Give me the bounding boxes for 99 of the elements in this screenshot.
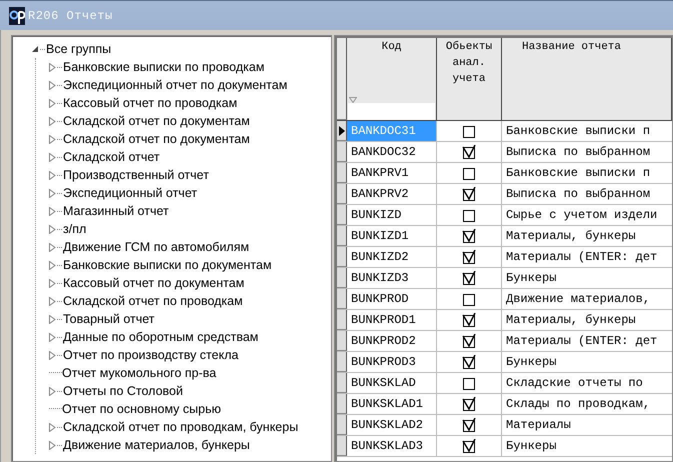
table-cell: BUNKPROD <box>347 289 437 309</box>
expand-triangle-icon[interactable] <box>49 332 56 342</box>
tree-item[interactable]: Экспедиционный отчет <box>63 186 198 200</box>
checkbox[interactable] <box>462 355 476 369</box>
tree-item[interactable]: Банковские выписки по проводкам <box>63 60 264 74</box>
table-cell-text: Движение материалов, <box>505 291 652 308</box>
expand-triangle-icon[interactable] <box>49 386 56 396</box>
table-cell-text: Бункеры <box>505 438 558 455</box>
tree-item[interactable]: Движение ГСМ по автомобилям <box>63 240 250 254</box>
column-header[interactable]: Обьекты анал. учета <box>437 38 502 120</box>
table-cell-text: Выписка по выбранном <box>505 144 652 161</box>
expand-triangle-icon[interactable] <box>49 350 56 360</box>
expand-triangle-icon[interactable] <box>49 116 56 126</box>
tree-item[interactable]: Магазинный отчет <box>63 204 169 218</box>
tree-item[interactable]: Банковские выписки по документам <box>63 258 272 272</box>
expand-triangle-icon[interactable] <box>49 278 56 288</box>
tree-item[interactable]: Данные по оборотным средствам <box>63 330 258 344</box>
tree-item[interactable]: Товарный отчет <box>63 312 155 326</box>
tree-item[interactable]: Складской отчет по проводкам, бункеры <box>63 420 298 434</box>
expand-triangle-icon[interactable] <box>49 422 56 432</box>
expand-triangle-icon[interactable] <box>49 188 56 198</box>
checkbox[interactable] <box>462 376 476 390</box>
checkbox[interactable] <box>462 313 476 327</box>
expand-triangle-icon[interactable] <box>49 98 56 108</box>
expand-triangle-icon[interactable] <box>49 80 56 90</box>
collapse-triangle-icon[interactable] <box>32 46 39 52</box>
checkbox[interactable] <box>462 271 476 285</box>
table-cell-text: Материалы, бункеры <box>505 312 637 329</box>
table-cell-text: Выписка по выбранном <box>505 186 652 203</box>
checkbox[interactable] <box>462 124 476 138</box>
expand-triangle-icon[interactable] <box>49 134 56 144</box>
expand-triangle-icon[interactable] <box>49 242 56 252</box>
tree-item[interactable]: Отчет по производству стекла <box>63 348 238 362</box>
tree-item[interactable]: Складской отчет по проводкам <box>63 294 243 308</box>
tree-item[interactable]: з/пл <box>63 222 86 236</box>
checkbox[interactable] <box>462 250 476 264</box>
tree-item[interactable]: Производственный отчет <box>63 168 209 182</box>
expand-triangle-icon[interactable] <box>49 206 56 216</box>
table-cell: BUNKSKLAD1 <box>347 394 437 414</box>
expand-triangle-icon[interactable] <box>49 314 56 324</box>
table-cell: BUNKIZD <box>347 205 437 225</box>
tree-item[interactable]: Экспедиционный отчет по документам <box>63 78 288 92</box>
expand-triangle-icon[interactable] <box>49 152 56 162</box>
tree-item[interactable]: Отчет мукомольного пр-ва <box>62 366 216 380</box>
checkbox[interactable] <box>462 397 476 411</box>
tree-item[interactable]: Движение материалов, бункеры <box>63 438 250 452</box>
table-cell: BUNKSKLAD3 <box>347 436 437 456</box>
table-cell-text: Бункеры <box>505 354 558 371</box>
expand-triangle-icon[interactable] <box>49 296 56 306</box>
table-cell: BUNKPROD1 <box>347 310 437 330</box>
filter-field[interactable] <box>348 103 435 120</box>
table-cell-text: Банковские выписки п <box>505 165 652 182</box>
tree-item[interactable]: Складской отчет <box>63 150 160 164</box>
tree-item[interactable]: Складской отчет по документам <box>63 114 250 128</box>
checkbox[interactable] <box>462 229 476 243</box>
table-cell-text: Материалы (ENTER: дет <box>505 333 658 350</box>
checkbox[interactable] <box>462 334 476 348</box>
table-cell-text: Материалы (ENTER: дет <box>505 249 658 266</box>
column-header[interactable]: Код <box>347 38 437 120</box>
window-title: R206 Отчеты <box>28 8 113 22</box>
table-cell: BANKDOC32 <box>347 142 437 162</box>
table-cell: BANKPRV2 <box>347 184 437 204</box>
table-cell-text: Материалы <box>505 417 572 434</box>
checkbox[interactable] <box>462 292 476 306</box>
table-cell: BUNKSKLAD2 <box>347 415 437 435</box>
checkbox[interactable] <box>462 145 476 159</box>
table-cell: BUNKIZD2 <box>347 247 437 267</box>
tree-item[interactable]: Складской отчет по документам <box>63 132 250 146</box>
expand-triangle-icon[interactable] <box>49 224 56 234</box>
table-cell: BUNKIZD1 <box>347 226 437 246</box>
table-cell: BUNKPROD3 <box>347 352 437 372</box>
checkbox[interactable] <box>462 208 476 222</box>
table-cell: BANKDOC31 <box>347 121 437 141</box>
table-cell-text: Банковские выписки п <box>505 123 652 140</box>
table-cell: BUNKIZD3 <box>347 268 437 288</box>
table-cell-text: Склады по проводкам, <box>505 396 652 413</box>
tree-item[interactable]: Кассовый отчет по документам <box>63 276 244 290</box>
row-indicator[interactable] <box>337 121 347 141</box>
expand-triangle-icon[interactable] <box>49 440 56 450</box>
column-header[interactable]: Название отчета <box>502 38 672 120</box>
tree-item[interactable]: Отчет по основному сырью <box>62 402 221 416</box>
tree-item[interactable]: Все группы <box>46 42 112 56</box>
app-logo-icon <box>9 6 25 24</box>
table-cell-text: Материалы, бункеры <box>505 228 637 245</box>
table-cell: BUNKPROD2 <box>347 331 437 351</box>
table-cell: BANKPRV1 <box>347 163 437 183</box>
table-cell: BUNKSKLAD <box>347 373 437 393</box>
checkbox[interactable] <box>462 418 476 432</box>
tree-item[interactable]: Кассовый отчет по проводкам <box>63 96 238 110</box>
table-cell-text: Сырье с учетом издели <box>505 207 658 224</box>
checkbox[interactable] <box>462 439 476 453</box>
expand-triangle-icon[interactable] <box>49 170 56 180</box>
tree-item[interactable]: Отчеты по Столовой <box>63 384 183 398</box>
checkbox[interactable] <box>462 166 476 180</box>
table-cell-text: Бункеры <box>505 270 558 287</box>
checkbox[interactable] <box>462 187 476 201</box>
expand-triangle-icon[interactable] <box>49 62 56 72</box>
table-cell-text: Складские отчеты по <box>505 375 644 392</box>
expand-triangle-icon[interactable] <box>49 260 56 270</box>
